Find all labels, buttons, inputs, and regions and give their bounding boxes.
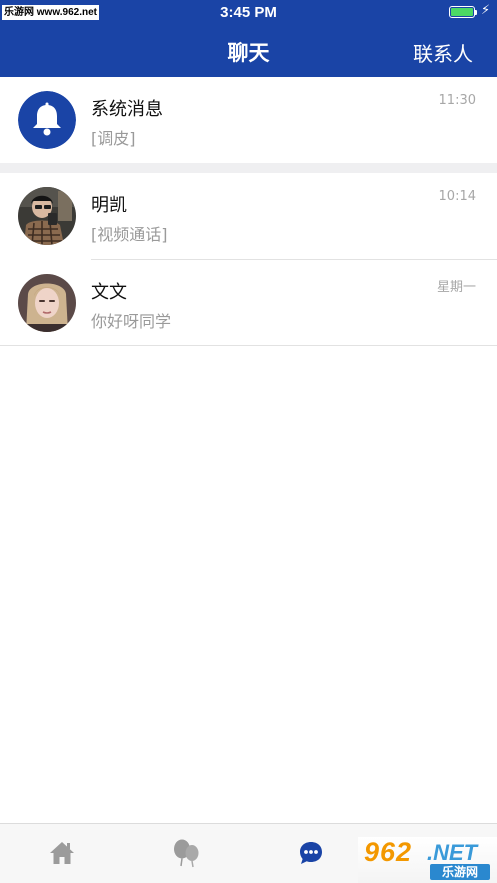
chat-time: 星期一 xyxy=(436,280,476,295)
chat-preview: 你好呀同学 xyxy=(91,312,172,331)
chat-row-system[interactable]: 系统消息 [调皮] 11:30 xyxy=(0,77,497,163)
chat-row-wenwen[interactable]: 文文 你好呀同学 星期一 xyxy=(0,260,497,346)
chat-time: 10:14 xyxy=(438,189,476,204)
user-photo xyxy=(18,274,76,332)
watermark-logo-main: 962 xyxy=(364,837,413,867)
tab-home[interactable] xyxy=(47,838,77,868)
section-separator xyxy=(0,163,497,173)
chat-time: 11:30 xyxy=(438,93,476,108)
charging-icon: ⚡ xyxy=(481,3,491,18)
battery-icon xyxy=(449,6,475,18)
balloons-icon xyxy=(174,839,199,868)
chat-preview: [调皮] xyxy=(91,129,136,148)
bell-icon xyxy=(18,91,76,149)
contacts-button[interactable]: 联系人 xyxy=(413,38,473,67)
watermark-logo-sub: 乐游网 xyxy=(430,864,490,880)
battery-level xyxy=(451,8,473,16)
status-bar: 乐游网 www.962.net 3:45 PM ⚡ xyxy=(0,0,497,25)
watermark-logo-net: .NET xyxy=(427,840,478,865)
chat-bubble-icon xyxy=(300,842,322,864)
chat-name: 明凯 xyxy=(91,195,127,216)
chat-row-mingkai[interactable]: 明凯 [视频通话] 10:14 xyxy=(0,173,497,259)
status-time: 3:45 PM xyxy=(220,4,277,21)
watermark-logo: 962 .NET 乐游网 xyxy=(358,837,497,883)
tab-chat[interactable] xyxy=(296,838,326,868)
chat-name: 系统消息 xyxy=(91,99,163,120)
tab-discover[interactable] xyxy=(171,838,201,868)
chat-name: 文文 xyxy=(91,282,127,303)
battery-tip xyxy=(475,10,477,15)
avatar xyxy=(18,187,76,245)
app-header: 乐游网 www.962.net 3:45 PM ⚡ 聊天 联系人 xyxy=(0,0,497,77)
user-photo xyxy=(18,187,76,245)
list-bottom-divider xyxy=(0,345,497,346)
system-avatar xyxy=(18,91,76,149)
avatar xyxy=(18,274,76,332)
home-icon xyxy=(50,842,74,864)
chat-preview: [视频通话] xyxy=(91,225,168,244)
